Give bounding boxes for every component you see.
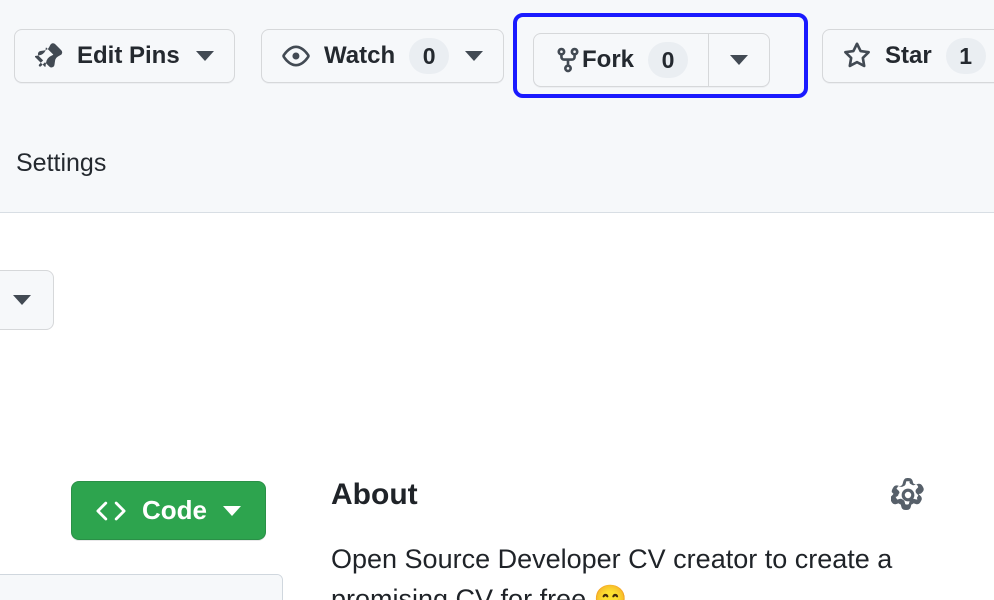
code-button[interactable]: Code [71,481,266,540]
tab-settings-label: Settings [16,149,107,177]
code-button-label: Code [142,495,207,525]
star-button[interactable]: Star 1 [822,29,994,83]
watch-label: Watch [324,42,396,69]
pin-icon [35,42,63,70]
file-list-box: go 10 commits 2 days ago 4 days ago [0,574,283,600]
fork-label: Fork [582,46,635,73]
edit-pins-button[interactable]: Edit Pins [14,29,235,83]
repo-forked-icon [554,46,582,74]
chevron-down-icon [223,505,241,516]
fork-count: 0 [648,42,689,78]
github-repo-page: Edit Pins Watch 0 Fork 0 Star 1 Settings… [0,0,994,600]
about-section: About Open Source Developer CV creator t… [331,478,931,600]
star-label: Star [885,42,932,69]
fork-dropdown-button[interactable] [709,34,769,86]
edit-pins-label: Edit Pins [77,42,180,69]
about-title: About [331,478,418,511]
branch-selector-button[interactable] [0,270,54,330]
repo-header: Edit Pins Watch 0 Fork 0 Star 1 Settings [0,0,994,213]
chevron-down-icon [195,51,214,61]
fork-button[interactable]: Fork 0 [534,34,710,86]
gear-icon[interactable] [891,478,925,512]
eye-icon [282,42,310,70]
repo-main-content: go 10 commits 2 days ago 4 days ago [0,214,994,600]
watch-button[interactable]: Watch 0 [261,29,505,83]
chevron-down-icon [13,295,31,305]
star-count: 1 [945,38,986,74]
about-description: Open Source Developer CV creator to crea… [331,544,893,600]
code-icon [96,496,126,526]
chevron-down-icon [730,55,749,65]
chevron-down-icon [465,51,484,61]
fork-button-group[interactable]: Fork 0 [533,33,771,87]
fork-focus-ring: Fork 0 [513,13,808,98]
star-icon [843,42,871,70]
tab-settings[interactable]: Settings [8,143,114,184]
latest-commit-bar: go 10 commits [0,575,282,600]
about-header: About [331,478,925,512]
watch-count: 0 [409,38,450,74]
